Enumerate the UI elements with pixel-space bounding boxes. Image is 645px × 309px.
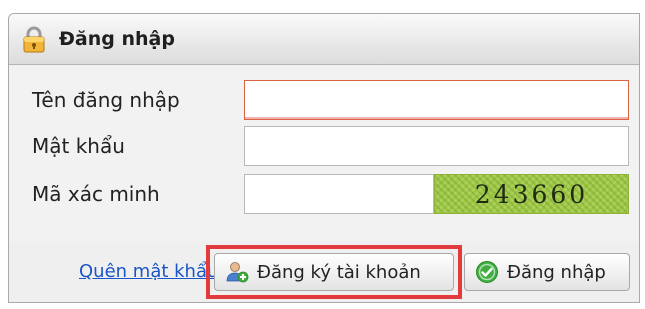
add-user-icon	[226, 262, 249, 283]
login-form: Tên đăng nhập Mật khẩu Mã xác minh 24366…	[9, 65, 639, 242]
username-row: Tên đăng nhập	[9, 79, 639, 121]
register-button[interactable]: Đăng ký tài khoản	[214, 253, 454, 291]
username-input[interactable]	[244, 80, 629, 120]
password-input[interactable]	[244, 126, 629, 166]
password-row: Mật khẩu	[9, 125, 639, 167]
register-button-label: Đăng ký tài khoản	[257, 261, 421, 283]
panel-footer: Quên mật khẩu Đăng ký tài khoản Đăng nhậ…	[9, 241, 639, 302]
forgot-password-link[interactable]: Quên mật khẩu	[79, 261, 218, 282]
captcha-row: Mã xác minh 243660	[9, 173, 639, 215]
login-panel: Đăng nhập Tên đăng nhập Mật khẩu Mã xác …	[8, 13, 640, 303]
login-button[interactable]: Đăng nhập	[464, 253, 630, 291]
captcha-label: Mã xác minh	[32, 182, 160, 206]
check-circle-icon	[476, 261, 498, 283]
panel-title: Đăng nhập	[59, 28, 175, 50]
captcha-code: 243660	[474, 179, 589, 209]
password-label: Mật khẩu	[32, 134, 125, 158]
lock-icon	[23, 26, 45, 53]
captcha-input[interactable]	[244, 174, 434, 214]
username-label: Tên đăng nhập	[32, 88, 180, 112]
captcha-image[interactable]: 243660	[434, 174, 629, 214]
login-button-label: Đăng nhập	[507, 261, 606, 283]
panel-header: Đăng nhập	[9, 14, 639, 65]
